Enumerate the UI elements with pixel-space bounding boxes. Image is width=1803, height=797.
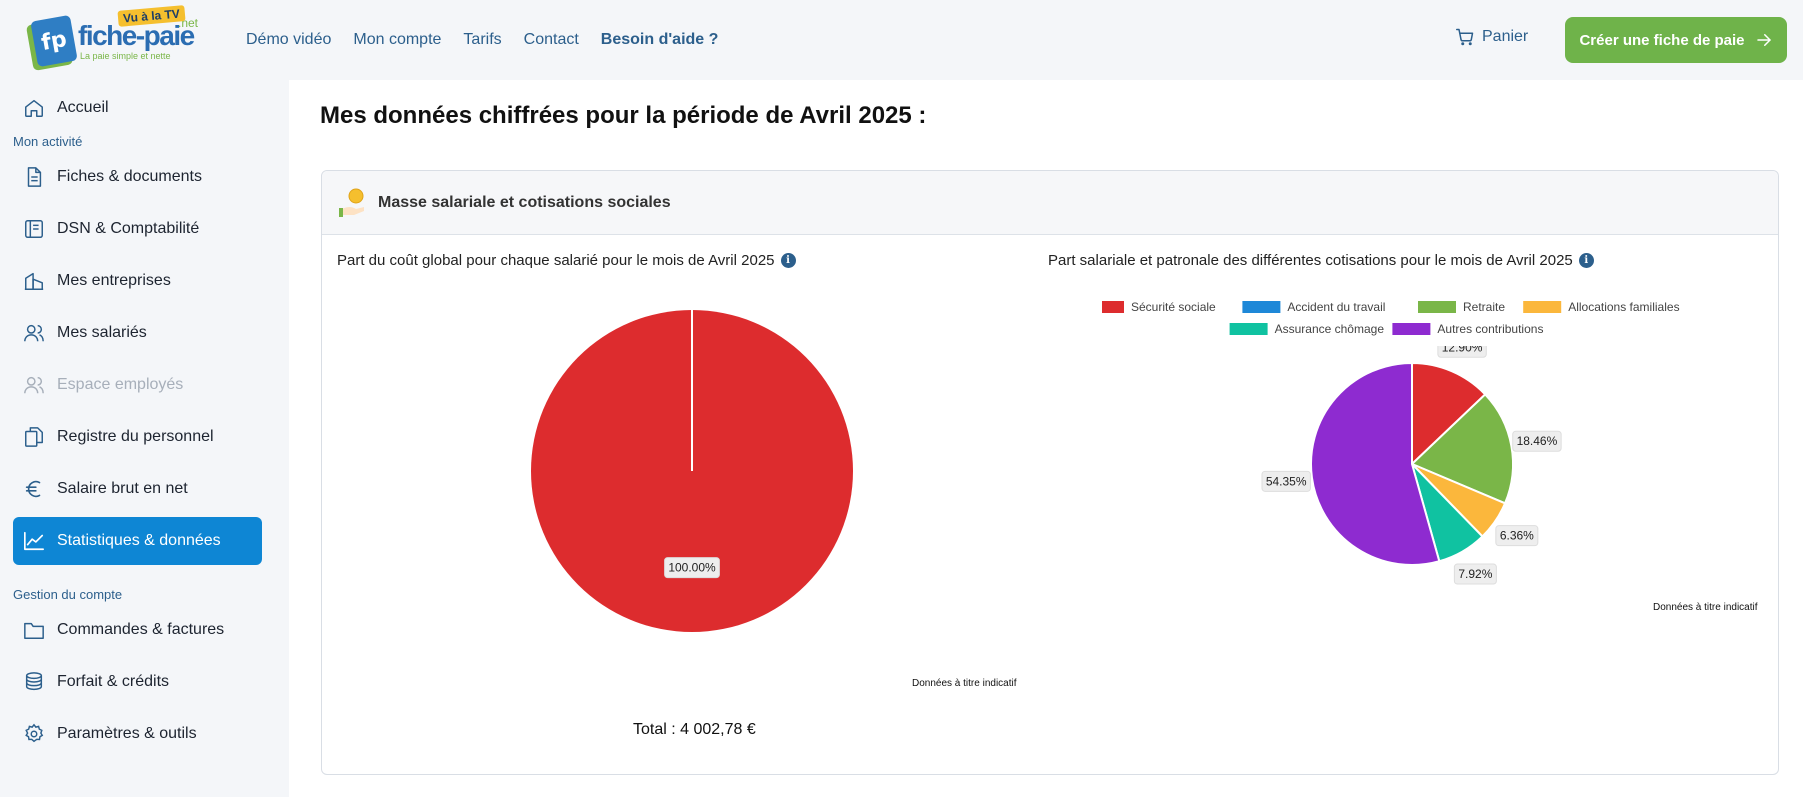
sidebar-section-account: Gestion du compte (13, 587, 123, 602)
sidebar-section-activity: Mon activité (13, 134, 83, 149)
cart-icon (1456, 28, 1474, 46)
home-icon (25, 99, 43, 117)
svg-text:Sécurité sociale: Sécurité sociale (1131, 300, 1216, 314)
sidebar-item-fiches[interactable]: Fiches & documents (13, 153, 262, 201)
legend-item[interactable]: Sécurité sociale (1086, 300, 1216, 314)
sidebar-item-registre[interactable]: Registre du personnel (13, 413, 262, 461)
svg-text:6.36%: 6.36% (1500, 529, 1534, 543)
pie-data-label: 54.35% (1261, 470, 1311, 492)
chart2-pie[interactable]: 12.90% 18.46% 6.36% 7.92% 54.35% (1242, 346, 1582, 586)
chart2-disclaimer: Données à titre indicatif (1653, 602, 1758, 613)
nav-help[interactable]: Besoin d'aide ? (601, 31, 719, 49)
chart1-pie[interactable]: 100.00% (522, 301, 862, 641)
chart1-title: Part du coût global pour chaque salarié … (337, 252, 796, 269)
ledger-icon (25, 220, 43, 238)
logo-mark: fp (30, 14, 78, 68)
pie-data-label: 100.00% (664, 557, 720, 579)
sidebar-item-espace-employes[interactable]: Espace employés (13, 361, 262, 409)
svg-text:Allocations familiales: Allocations familiales (1568, 300, 1679, 314)
sidebar-item-accueil[interactable]: Accueil (13, 84, 262, 132)
main-content: Mes données chiffrées pour la période de… (289, 80, 1803, 797)
create-payslip-button[interactable]: Créer une fiche de paie (1565, 17, 1787, 63)
building-icon (24, 272, 44, 290)
svg-text:54.35%: 54.35% (1266, 474, 1307, 488)
coin-hand-icon (339, 188, 364, 217)
sidebar-item-label: Registre du personnel (57, 428, 214, 445)
svg-text:100.00%: 100.00% (668, 561, 716, 575)
chart1-disclaimer: Données à titre indicatif (912, 678, 1017, 689)
sidebar-item-label: Salaire brut en net (57, 480, 188, 497)
sidebar-item-label: Forfait & crédits (57, 673, 170, 690)
logo-tagline: La paie simple et nette (80, 51, 171, 61)
nav-mon-compte[interactable]: Mon compte (353, 31, 441, 49)
sidebar-item-commandes[interactable]: Commandes & factures (13, 606, 262, 654)
euro-icon (25, 480, 41, 498)
legend-item[interactable]: Accident du travail (1242, 300, 1385, 314)
info-icon[interactable]: i (1578, 253, 1594, 268)
svg-text:18.46%: 18.46% (1517, 434, 1558, 448)
nav-demo-video[interactable]: Démo vidéo (246, 31, 331, 49)
pie-data-label: 7.92% (1453, 563, 1497, 585)
sidebar-item-salaire[interactable]: Salaire brut en net (13, 465, 262, 513)
nav-contact[interactable]: Contact (524, 31, 579, 49)
gear-icon (25, 723, 44, 743)
top-header: fp fiche-paie .net Vu à la TV La paie si… (0, 0, 1803, 80)
sidebar-item-label: Fiches & documents (57, 168, 202, 185)
employees-icon (24, 376, 44, 394)
chart1-title-text: Part du coût global pour chaque salarié … (337, 252, 775, 269)
chart-line-icon (24, 531, 44, 551)
svg-text:12.90%: 12.90% (1442, 346, 1483, 354)
sidebar-item-parametres[interactable]: Paramètres & outils (13, 710, 262, 758)
sidebar-item-label: Statistiques & données (57, 532, 221, 549)
sidebar-item-label: Mes salariés (57, 324, 147, 341)
legend-item[interactable]: Allocations familiales (1523, 300, 1680, 314)
sidebar-item-dsn[interactable]: DSN & Comptabilité (13, 205, 262, 253)
document-icon (27, 167, 42, 187)
sidebar-item-label: DSN & Comptabilité (57, 220, 200, 237)
pie-data-label: 12.90% (1437, 346, 1487, 358)
payroll-card: Masse salariale et cotisations sociales … (321, 170, 1779, 775)
cart-label: Panier (1482, 28, 1529, 45)
sidebar-item-label: Paramètres & outils (57, 725, 197, 742)
svg-text:Retraite: Retraite (1463, 300, 1505, 314)
sidebar-item-salaries[interactable]: Mes salariés (13, 309, 262, 357)
copy-document-icon (25, 427, 43, 447)
folder-icon (24, 622, 44, 639)
sidebar-item-label: Commandes & factures (57, 621, 225, 638)
chart2-title: Part salariale et patronale des différen… (1048, 252, 1594, 269)
sidebar: Accueil Mon activité Fiches & documents … (0, 80, 288, 797)
cart-link[interactable]: Panier (1456, 28, 1528, 46)
cta-label: Créer une fiche de paie (1579, 31, 1745, 49)
sidebar-item-statistiques[interactable]: Statistiques & données (13, 517, 262, 565)
nav-tarifs[interactable]: Tarifs (463, 31, 501, 49)
coins-icon (25, 672, 43, 691)
sidebar-item-label: Espace employés (57, 376, 184, 393)
card-title: Masse salariale et cotisations sociales (378, 193, 671, 211)
users-icon (24, 324, 44, 342)
info-icon[interactable]: i (780, 253, 796, 268)
svg-text:Assurance chômage: Assurance chômage (1275, 322, 1385, 336)
svg-text:Autres contributions: Autres contributions (1437, 322, 1543, 336)
total-amount: Total : 4 002,78 € (633, 721, 756, 738)
chart2-legend-svg: Sécurité sociale Accident du travail Retra… (1086, 300, 1680, 336)
sidebar-item-forfait[interactable]: Forfait & crédits (13, 658, 262, 706)
chart2-title-text: Part salariale et patronale des différen… (1048, 252, 1573, 269)
legend-item[interactable]: Autres contributions (1392, 322, 1543, 336)
sidebar-item-label: Accueil (57, 99, 109, 116)
site-logo[interactable]: fp fiche-paie .net Vu à la TV La paie si… (30, 5, 210, 68)
pie-data-label: 6.36% (1495, 525, 1539, 547)
sidebar-item-entreprises[interactable]: Mes entreprises (13, 257, 262, 305)
page-title: Mes données chiffrées pour la période de… (320, 102, 927, 129)
svg-text:7.92%: 7.92% (1458, 567, 1492, 581)
legend-item[interactable]: Retraite (1418, 300, 1505, 314)
pie-data-label: 18.46% (1512, 430, 1562, 452)
card-header: Masse salariale et cotisations sociales (322, 171, 1778, 235)
arrow-right-icon (1756, 34, 1771, 46)
svg-text:Accident du travail: Accident du travail (1287, 300, 1385, 314)
chart2-legend: Sécurité sociale Accident du travail Retra… (1086, 297, 1702, 341)
legend-item[interactable]: Assurance chômage (1229, 322, 1385, 336)
sidebar-item-label: Mes entreprises (57, 272, 171, 289)
top-nav: Démo vidéo Mon compte Tarifs Contact Bes… (246, 0, 718, 80)
